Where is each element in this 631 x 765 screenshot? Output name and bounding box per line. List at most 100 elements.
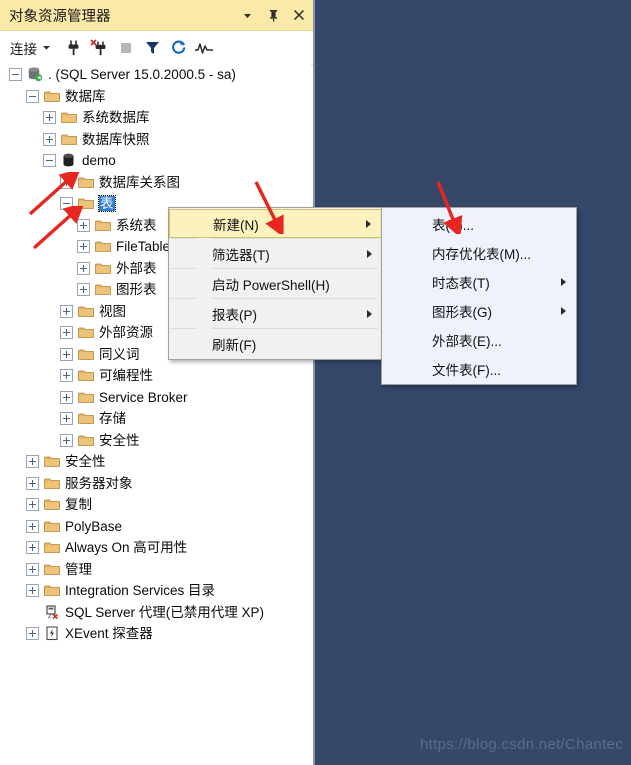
tree-item[interactable]: 数据库关系图 (0, 172, 311, 194)
tree-item-label: 服务器对象 (65, 475, 133, 491)
collapse-icon[interactable] (26, 89, 39, 103)
menu-item-label: 刷新(F) (212, 337, 257, 353)
submenu-item-label: 内存优化表(M)... (432, 246, 531, 262)
expand-icon[interactable] (77, 218, 90, 232)
expand-icon[interactable] (60, 369, 73, 383)
tree-item-label: 管理 (65, 561, 92, 577)
expand-icon[interactable] (60, 390, 73, 404)
submenu-item[interactable]: 表(T)... (382, 209, 576, 238)
folder-icon (77, 368, 94, 383)
tree-item[interactable]: 安全性 (0, 451, 311, 473)
folder-icon (43, 476, 60, 491)
tree-item[interactable]: Integration Services 目录 (0, 580, 311, 602)
expand-icon[interactable] (26, 498, 39, 512)
submenu-arrow-icon (561, 277, 566, 286)
menu-item[interactable]: 报表(P) (169, 299, 382, 328)
expand-icon[interactable] (26, 562, 39, 576)
expand-icon[interactable] (43, 132, 56, 146)
database-icon (60, 153, 77, 168)
expand-icon[interactable] (26, 455, 39, 469)
close-icon[interactable] (291, 6, 307, 24)
expand-icon[interactable] (26, 476, 39, 490)
menu-item[interactable]: 新建(N) (169, 209, 382, 238)
submenu-item[interactable]: 图形表(G) (382, 296, 576, 325)
submenu-item-label: 表(T)... (432, 217, 474, 233)
tree-item-label: FileTable (116, 239, 171, 255)
submenu-item-label: 外部表(E)... (432, 333, 502, 349)
submenu-item[interactable]: 文件表(F)... (382, 354, 576, 383)
tree-item[interactable]: 系统数据库 (0, 107, 311, 129)
expand-icon[interactable] (60, 412, 73, 426)
connect-plug-icon[interactable] (61, 36, 87, 60)
tree-item-label: PolyBase (65, 518, 123, 534)
folder-icon (77, 325, 94, 340)
tree-item[interactable]: 安全性 (0, 430, 311, 452)
tree-item[interactable]: . (SQL Server 15.0.2000.5 - sa) (0, 64, 311, 86)
folder-icon (94, 261, 111, 276)
submenu-item[interactable]: 外部表(E)... (382, 325, 576, 354)
disconnect-plug-icon[interactable] (87, 36, 113, 60)
titlebar-buttons (239, 0, 307, 30)
object-explorer-tree[interactable]: . (SQL Server 15.0.2000.5 - sa) 数据库系统数据库数… (0, 64, 311, 765)
folder-icon (77, 433, 94, 448)
menu-item[interactable]: 筛选器(T) (169, 239, 382, 268)
panel-titlebar: 对象资源管理器 (0, 0, 313, 31)
expand-icon[interactable] (77, 283, 90, 297)
tree-item[interactable]: PolyBase (0, 516, 311, 538)
new-submenu[interactable]: 表(T)... 内存优化表(M)... 时态表(T) 图形表(G) 外部表(E)... 文… (381, 207, 577, 385)
expand-icon[interactable] (60, 326, 73, 340)
menu-item[interactable]: 启动 PowerShell(H) (169, 269, 382, 298)
folder-icon (77, 304, 94, 319)
expand-icon[interactable] (26, 627, 39, 641)
tree-item-label: 表 (98, 195, 116, 213)
panel-toolbar: 连接 (0, 31, 313, 65)
submenu-item[interactable]: 时态表(T) (382, 267, 576, 296)
tree-item-label: XEvent 探查器 (65, 626, 153, 642)
chevron-down-icon[interactable] (239, 6, 255, 24)
expand-icon[interactable] (26, 541, 39, 555)
expand-icon[interactable] (77, 240, 90, 254)
folder-icon (60, 132, 77, 147)
expand-icon[interactable] (60, 175, 73, 189)
menu-item[interactable]: 刷新(F) (169, 329, 382, 358)
tree-item-label: 系统数据库 (82, 110, 150, 126)
tree-item[interactable]: 管理 (0, 559, 311, 581)
tree-item[interactable]: z SQL Server 代理(已禁用代理 XP) (0, 602, 311, 624)
collapse-icon[interactable] (9, 68, 22, 82)
collapse-icon[interactable] (60, 197, 73, 211)
expand-icon[interactable] (26, 519, 39, 533)
pin-icon[interactable] (265, 6, 281, 24)
tree-item[interactable]: 存储 (0, 408, 311, 430)
tree-item-label: 数据库快照 (82, 131, 150, 147)
xevent-icon (43, 626, 60, 641)
tree-item[interactable]: Always On 高可用性 (0, 537, 311, 559)
tree-item[interactable]: Service Broker (0, 387, 311, 409)
tree-item[interactable]: 数据库快照 (0, 129, 311, 151)
folder-icon (43, 540, 60, 555)
tree-item-label: 复制 (65, 497, 92, 513)
tree-item[interactable]: 复制 (0, 494, 311, 516)
expand-icon[interactable] (43, 111, 56, 125)
tree-item[interactable]: 可编程性 (0, 365, 311, 387)
submenu-item[interactable]: 内存优化表(M)... (382, 238, 576, 267)
activity-monitor-icon[interactable] (191, 36, 217, 60)
expand-icon[interactable] (26, 584, 39, 598)
expand-icon[interactable] (60, 433, 73, 447)
tree-item[interactable]: demo (0, 150, 311, 172)
tree-item[interactable]: 数据库 (0, 86, 311, 108)
folder-icon (77, 175, 94, 190)
connect-button[interactable]: 连接 (8, 36, 55, 60)
submenu-item-label: 图形表(G) (432, 304, 492, 320)
context-menu[interactable]: 新建(N) 筛选器(T) 启动 PowerShell(H) 报表(P) 刷新(F) (168, 207, 383, 360)
tree-item[interactable]: 服务器对象 (0, 473, 311, 495)
tree-item[interactable]: XEvent 探查器 (0, 623, 311, 645)
refresh-icon[interactable] (165, 36, 191, 60)
expand-icon[interactable] (60, 304, 73, 318)
filter-icon[interactable] (139, 36, 165, 60)
folder-icon (43, 562, 60, 577)
expand-icon[interactable] (77, 261, 90, 275)
collapse-icon[interactable] (43, 154, 56, 168)
expand-icon[interactable] (60, 347, 73, 361)
agent-disabled-icon: z (43, 605, 60, 620)
